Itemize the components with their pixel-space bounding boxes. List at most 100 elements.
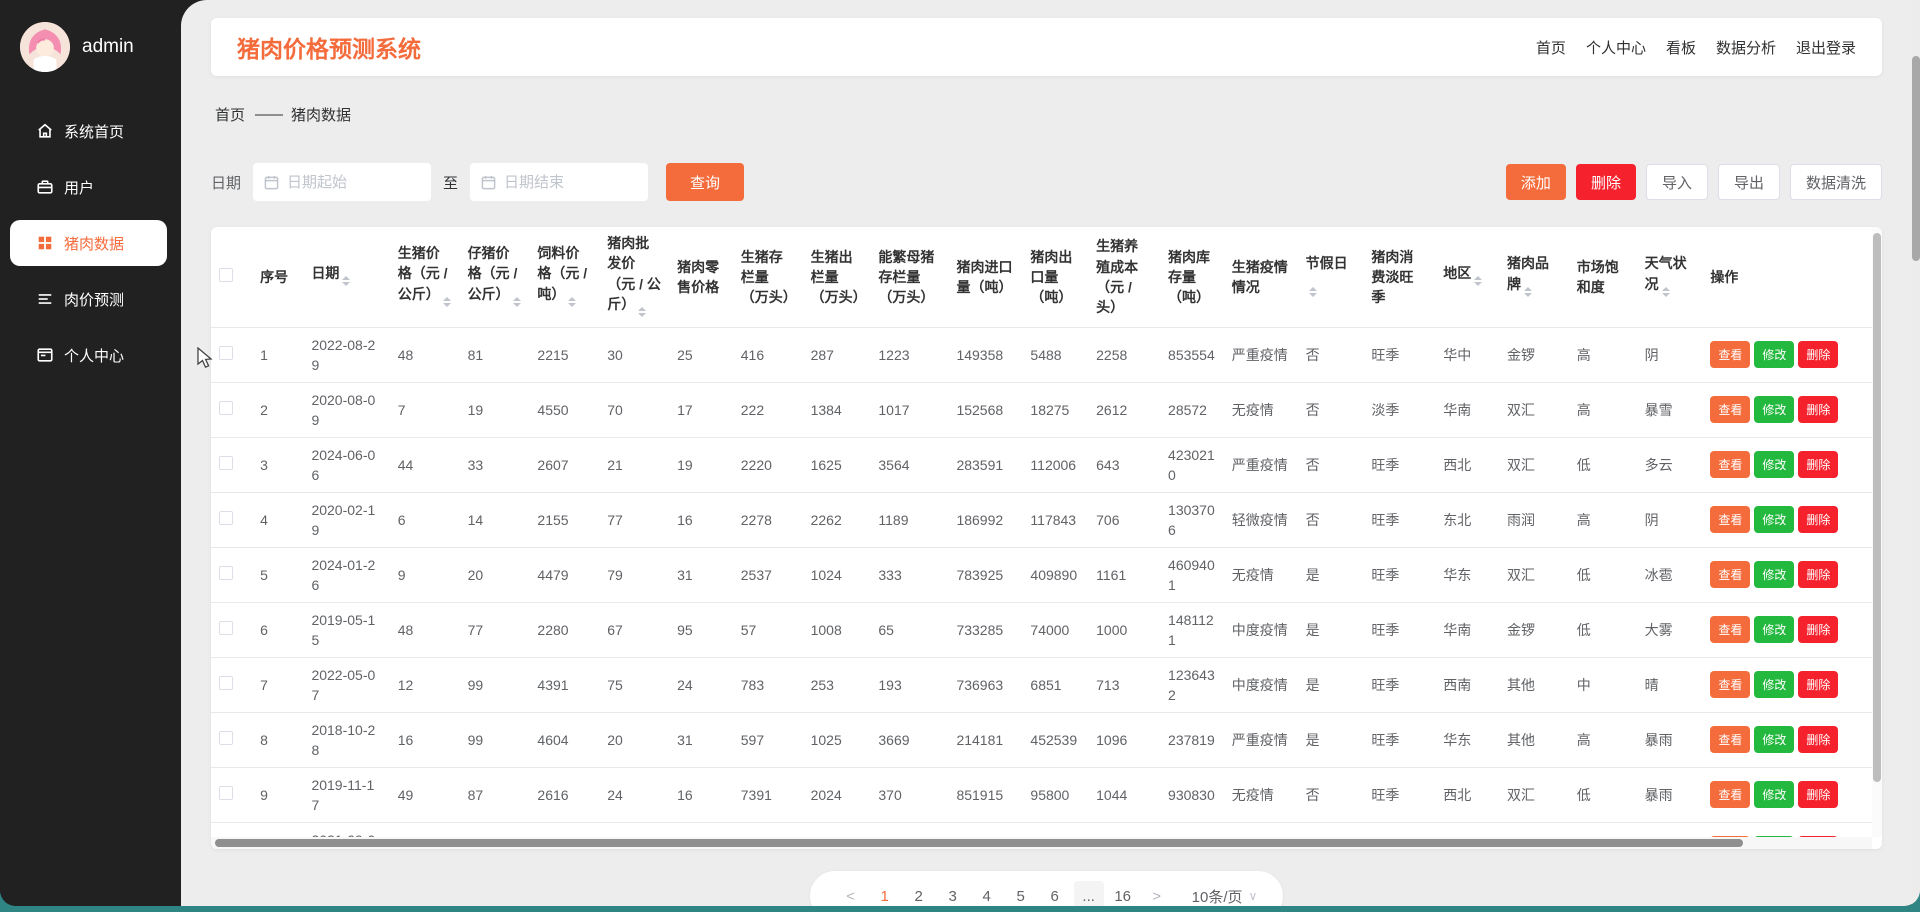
row-checkbox[interactable] (219, 565, 233, 580)
row-checkbox[interactable] (219, 455, 233, 470)
column-header-4[interactable]: 饲料价格（元 / 吨） (529, 227, 600, 328)
column-header-15[interactable]: 节假日 (1297, 227, 1364, 328)
row-edit-button[interactable]: 修改 (1754, 671, 1795, 699)
topnav-profile[interactable]: 个人中心 (1586, 37, 1646, 58)
row-view-button[interactable]: 查看 (1710, 341, 1751, 369)
pagination-page-16[interactable]: 16 (1108, 881, 1138, 906)
row-delete-button[interactable]: 删除 (1798, 506, 1839, 534)
column-header-14: 生猪疫情情况 (1223, 227, 1298, 328)
pagination-page-4[interactable]: 4 (972, 881, 1002, 906)
sort-caret-icon[interactable] (512, 293, 521, 311)
topnav-home[interactable]: 首页 (1536, 37, 1566, 58)
row-view-button[interactable]: 查看 (1710, 616, 1751, 644)
sidebar-item-users[interactable]: 用户 (0, 164, 167, 210)
sort-caret-icon[interactable] (442, 293, 451, 311)
column-header-17[interactable]: 地区 (1435, 227, 1499, 328)
sort-caret-icon[interactable] (1308, 283, 1317, 301)
column-header-3[interactable]: 仔猪价格（元 / 公斤） (459, 227, 530, 328)
sort-caret-icon[interactable] (342, 272, 351, 290)
row-checkbox[interactable] (219, 510, 233, 525)
window-scrollbar-thumb[interactable] (1912, 56, 1920, 261)
column-header-5[interactable]: 猪肉批发价（元 / 公斤） (599, 227, 670, 328)
row-delete-button[interactable]: 删除 (1798, 451, 1839, 479)
row-actions: 查看修改删除 (1702, 767, 1872, 823)
vertical-scrollbar-thumb[interactable] (1873, 233, 1881, 782)
row-edit-button[interactable]: 修改 (1754, 451, 1795, 479)
pagination-page-6[interactable]: 6 (1040, 881, 1070, 906)
row-edit-button[interactable]: 修改 (1754, 616, 1795, 644)
table-cell: 轻微疫情 (1223, 492, 1298, 548)
row-edit-button[interactable]: 修改 (1754, 561, 1795, 589)
row-checkbox[interactable] (219, 345, 233, 360)
column-header-2[interactable]: 生猪价格（元 / 公斤） (389, 227, 460, 328)
home-icon (36, 122, 54, 140)
add-button[interactable]: 添加 (1505, 164, 1566, 200)
row-edit-button[interactable]: 修改 (1754, 341, 1795, 369)
row-edit-button[interactable]: 修改 (1754, 506, 1795, 534)
column-header-20[interactable]: 天气状况 (1636, 227, 1703, 328)
topnav-dashboard[interactable]: 看板 (1666, 37, 1696, 58)
page-size-select[interactable]: 10条/页 ∨ (1192, 886, 1258, 907)
pagination-page-2[interactable]: 2 (904, 881, 934, 906)
row-checkbox[interactable] (219, 785, 233, 800)
horizontal-scrollbar-thumb[interactable] (215, 839, 1744, 847)
pagination-ellipsis[interactable]: ... (1073, 881, 1104, 906)
table-cell: 否 (1297, 327, 1364, 383)
data-clean-button[interactable]: 数据清洗 (1789, 164, 1882, 200)
row-checkbox[interactable] (219, 400, 233, 415)
pagination-page-5[interactable]: 5 (1006, 881, 1036, 906)
row-checkbox[interactable] (219, 675, 233, 690)
row-edit-button[interactable]: 修改 (1754, 396, 1795, 424)
sidebar-item-label: 系统首页 (64, 123, 125, 141)
row-view-button[interactable]: 查看 (1710, 561, 1751, 589)
row-view-button[interactable]: 查看 (1710, 726, 1751, 754)
row-checkbox[interactable] (219, 730, 233, 745)
import-button[interactable]: 导入 (1645, 164, 1708, 200)
search-button[interactable]: 查询 (666, 163, 745, 201)
row-delete-button[interactable]: 删除 (1798, 671, 1839, 699)
row-edit-button[interactable]: 修改 (1754, 781, 1795, 809)
row-delete-button[interactable]: 删除 (1798, 781, 1839, 809)
sidebar-item-pork-data[interactable]: 猪肉数据 (10, 220, 167, 266)
row-view-button[interactable]: 查看 (1710, 396, 1751, 424)
date-start-field[interactable] (287, 173, 421, 191)
pagination-page-3[interactable]: 3 (938, 881, 968, 906)
delete-button[interactable]: 删除 (1575, 164, 1636, 200)
row-view-button[interactable]: 查看 (1710, 506, 1751, 534)
column-header-6: 猪肉零售价格 (669, 227, 733, 328)
pagination-page-1[interactable]: 1 (870, 881, 900, 906)
sidebar-item-personal-center[interactable]: 个人中心 (0, 332, 167, 378)
sidebar-item-price-forecast[interactable]: 肉价预测 (0, 276, 167, 322)
date-end-input[interactable] (470, 163, 649, 201)
row-delete-button[interactable]: 删除 (1798, 726, 1839, 754)
row-delete-button[interactable]: 删除 (1798, 561, 1839, 589)
sort-caret-icon[interactable] (1474, 272, 1483, 290)
row-delete-button[interactable]: 删除 (1798, 341, 1839, 369)
sort-caret-icon[interactable] (1661, 283, 1670, 301)
avatar[interactable] (20, 22, 70, 72)
table-cell: 416 (732, 327, 803, 383)
breadcrumb-home[interactable]: 首页 (215, 104, 245, 125)
row-view-button[interactable]: 查看 (1710, 451, 1751, 479)
sort-caret-icon[interactable] (568, 293, 577, 311)
row-view-button[interactable]: 查看 (1710, 671, 1751, 699)
export-button[interactable]: 导出 (1717, 164, 1780, 200)
row-edit-button[interactable]: 修改 (1754, 726, 1795, 754)
row-delete-button[interactable]: 删除 (1798, 396, 1839, 424)
column-header-18[interactable]: 猪肉品牌 (1498, 227, 1569, 328)
row-delete-button[interactable]: 删除 (1798, 616, 1839, 644)
row-view-button[interactable]: 查看 (1710, 781, 1751, 809)
sort-caret-icon[interactable] (1523, 283, 1532, 301)
pagination-next-button[interactable]: > (1142, 881, 1172, 906)
date-end-field[interactable] (504, 173, 638, 191)
pagination-prev-button[interactable]: < (836, 881, 866, 906)
row-checkbox[interactable] (219, 620, 233, 635)
topnav-logout[interactable]: 退出登录 (1796, 37, 1856, 58)
date-start-input[interactable] (253, 163, 432, 201)
sidebar-item-system-home[interactable]: 系统首页 (0, 108, 167, 154)
topnav-data-analysis[interactable]: 数据分析 (1716, 37, 1776, 58)
column-header-1[interactable]: 日期 (303, 227, 390, 328)
sort-caret-icon[interactable] (638, 303, 647, 321)
select-all-checkbox[interactable] (219, 267, 233, 282)
table-cell: 高 (1568, 327, 1637, 383)
